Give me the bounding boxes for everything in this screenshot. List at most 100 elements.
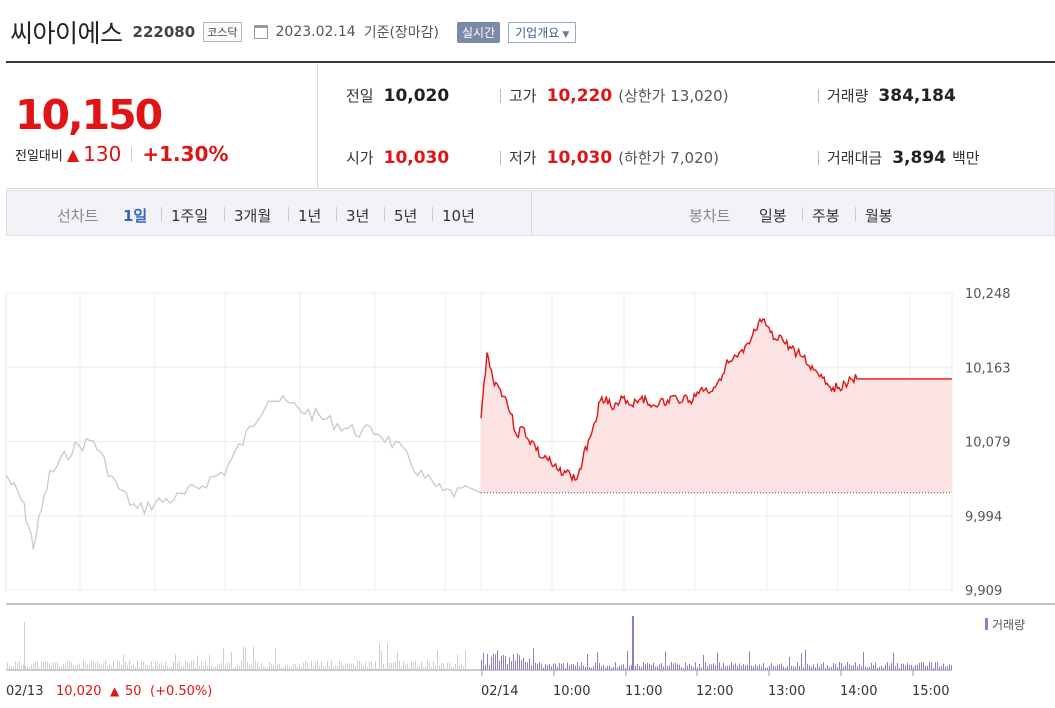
volume-bar (937, 662, 938, 670)
volume-bar (783, 666, 784, 670)
volume-bar (857, 666, 858, 670)
volume-bar (93, 661, 94, 670)
volume-bar (835, 664, 836, 670)
volume-bar (359, 661, 360, 670)
volume-bar (539, 662, 540, 670)
volume-bar (787, 666, 788, 670)
volume-bar (293, 664, 294, 670)
volume-bar (95, 662, 96, 670)
volume-bar (873, 665, 874, 670)
volume-bar (315, 662, 316, 670)
current-price: 10,150 (15, 91, 163, 139)
volume-bar (9, 665, 10, 670)
volume-bar (239, 665, 240, 670)
volume-bar (24, 622, 25, 670)
volume-bar (249, 664, 250, 670)
volume-bar (679, 664, 680, 670)
tab-candle-monthly[interactable]: 월봉 (865, 205, 893, 226)
volume-bar (439, 665, 440, 670)
volume-bar (235, 667, 236, 670)
volume-bar (131, 665, 132, 670)
volume-bar (361, 663, 362, 670)
intraday-chart[interactable]: 10,248 10,163 10,079 9,994 9,909 거래량 02/14 10:0… (0, 240, 1055, 708)
volume-bar (893, 652, 894, 670)
tab-period-3m[interactable]: 3개월 (234, 205, 271, 226)
volume-bar (415, 660, 416, 670)
high-label: 고가 (509, 87, 537, 105)
volume-bar (933, 667, 934, 670)
amount-cell: 거래대금 3,894 백만 (818, 147, 980, 169)
volume-bar (71, 662, 72, 670)
volume-bar (159, 663, 160, 670)
tab-period-1w[interactable]: 1주일 (171, 205, 208, 226)
volume-bar (843, 666, 844, 670)
volume-bar (871, 662, 872, 670)
volume-bar (911, 665, 912, 670)
volume-bar (769, 665, 770, 670)
volume-bar (151, 661, 152, 670)
volume-bar (389, 663, 390, 670)
volume-bar (165, 661, 166, 670)
tab-period-1d[interactable]: 1일 (123, 205, 147, 226)
period-selector: 선차트 1일 1주일 3개월 1년 3년 5년 10년 봉차트 일봉 주봉 월봉 (6, 190, 1055, 236)
volume-bar (659, 664, 660, 670)
volume-bar (509, 657, 510, 670)
volume-bar (715, 664, 716, 670)
volume-bar (457, 654, 458, 670)
company-overview-button[interactable]: 기업개요 ▼ (508, 21, 577, 43)
tab-candle-weekly[interactable]: 주봉 (812, 205, 840, 226)
volume-bar (905, 665, 906, 670)
volume-bar (667, 666, 668, 670)
volume-bar (663, 666, 664, 670)
volume-bar (743, 664, 744, 670)
volume-bar (899, 667, 900, 670)
realtime-button[interactable]: 실시간 (457, 21, 501, 43)
volume-bar (707, 666, 708, 670)
volume-bar (59, 666, 60, 670)
volume-bar (939, 666, 940, 670)
volume-bar (809, 665, 810, 670)
volume-bar (895, 666, 896, 670)
volume-bar (635, 665, 636, 670)
volume-bar (303, 662, 304, 670)
tab-period-3y[interactable]: 3년 (346, 205, 369, 226)
volume-bar (611, 667, 612, 670)
volume-bar (789, 657, 790, 670)
volume-bar (577, 662, 578, 670)
volume-bar (285, 665, 286, 670)
volume-bar (565, 667, 566, 670)
amount-label: 거래대금 (827, 149, 883, 167)
tab-period-10y[interactable]: 10년 (442, 205, 475, 226)
volume-bar (345, 663, 346, 670)
volume-bar (753, 666, 754, 670)
volume-bar (29, 667, 30, 670)
volume-bar (903, 663, 904, 670)
volume-bar (387, 643, 388, 670)
volume-bar (543, 667, 544, 670)
volume-bar (631, 664, 632, 670)
volume-bar (33, 663, 34, 670)
volume-bar (337, 665, 338, 670)
volume-bar (171, 666, 172, 670)
volume-bar (381, 650, 382, 670)
volume-bar (909, 665, 910, 670)
volume-bar (283, 667, 284, 670)
volume-bar (925, 665, 926, 670)
volume-bar (87, 664, 88, 670)
volume-bar (319, 665, 320, 670)
volume-bar (261, 662, 262, 670)
lower-limit: (하한가 7,020) (618, 149, 720, 167)
tab-candle-daily[interactable]: 일봉 (759, 205, 787, 226)
volume-bar (615, 662, 616, 670)
volume-bar (119, 661, 120, 670)
tab-period-5y[interactable]: 5년 (394, 205, 417, 226)
volume-bar (571, 664, 572, 670)
volume-bar (767, 667, 768, 670)
volume-bar (107, 665, 108, 670)
volume-bar (557, 666, 558, 670)
volume-bar (57, 662, 58, 670)
volume-bar (91, 660, 92, 670)
volume-bar (941, 666, 942, 670)
tab-period-1y[interactable]: 1년 (298, 205, 321, 226)
volume-bar (705, 662, 706, 670)
